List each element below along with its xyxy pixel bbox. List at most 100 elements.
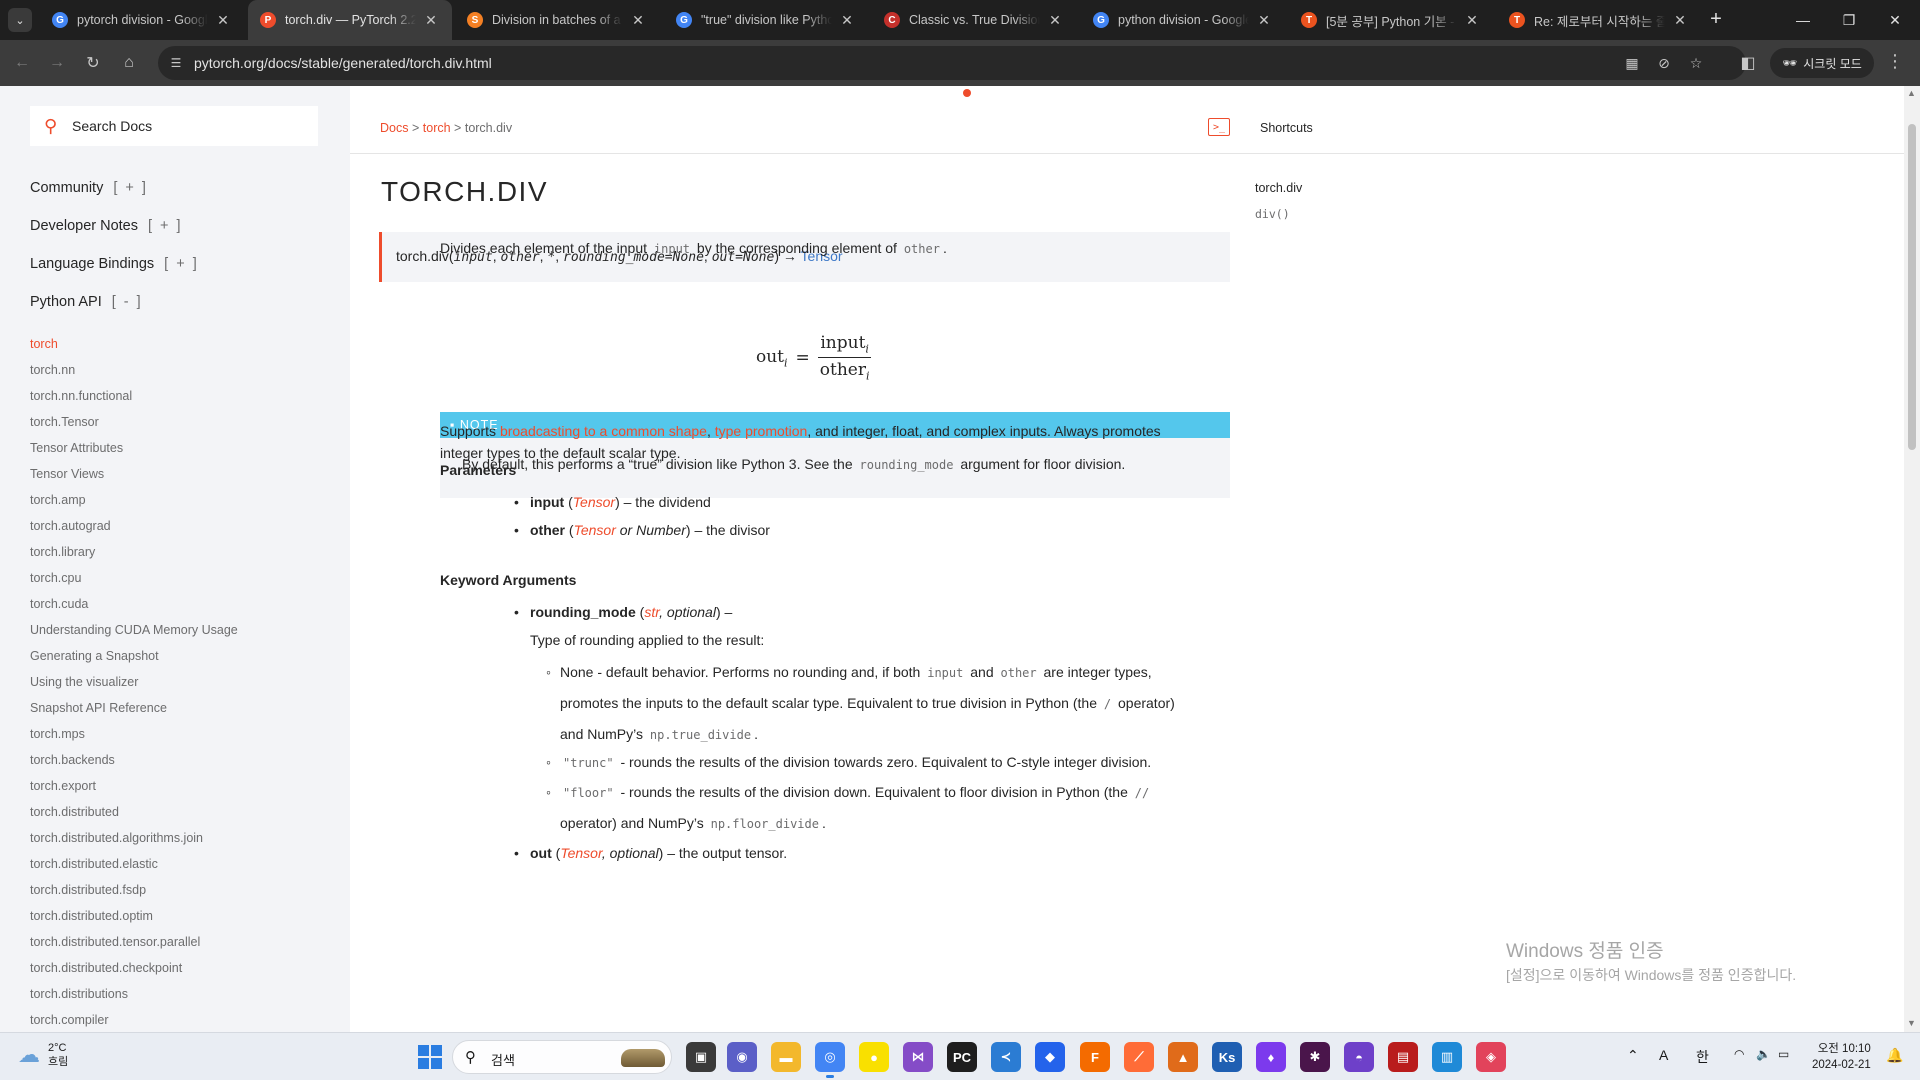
expand-toggle[interactable]: [ + ] bbox=[148, 218, 183, 234]
task-view-icon[interactable]: ▣ bbox=[686, 1042, 716, 1072]
sidebar-link[interactable]: torch.distributed.elastic bbox=[30, 851, 238, 877]
browser-menu-icon[interactable]: ⋮ bbox=[1886, 51, 1904, 72]
scrollbar-thumb[interactable] bbox=[1908, 124, 1916, 450]
back-button[interactable]: ← bbox=[8, 49, 36, 77]
sidebar-link[interactable]: Tensor Attributes bbox=[30, 435, 238, 461]
browser-tab[interactable]: S Division in batches of a 3 ✕ bbox=[455, 0, 659, 40]
tab-close-icon[interactable]: ✕ bbox=[1046, 12, 1064, 29]
tab-close-icon[interactable]: ✕ bbox=[1255, 12, 1273, 29]
sidebar-link[interactable]: torch.nn.functional bbox=[30, 383, 238, 409]
sidebar-link[interactable]: torch.distributed bbox=[30, 799, 238, 825]
breadcrumb-docs-link[interactable]: Docs bbox=[380, 121, 408, 135]
slack-icon[interactable]: ✱ bbox=[1300, 1042, 1330, 1072]
sidebar-link[interactable]: torch.distributed.checkpoint bbox=[30, 955, 238, 981]
sidebar-link[interactable]: torch.distributed.algorithms.join bbox=[30, 825, 238, 851]
scroll-up-arrow-icon[interactable]: ▲ bbox=[1907, 88, 1916, 98]
tab-search-button[interactable]: ⌄ bbox=[8, 8, 32, 32]
github-icon[interactable]: ◓ bbox=[1344, 1042, 1374, 1072]
sidebar-link[interactable]: torch.cuda bbox=[30, 591, 238, 617]
notepad-icon[interactable]: ▥ bbox=[1432, 1042, 1462, 1072]
tab-close-icon[interactable]: ✕ bbox=[422, 12, 440, 29]
sidebar-link[interactable]: torch.distributed.tensor.parallel bbox=[30, 929, 238, 955]
tab-close-icon[interactable]: ✕ bbox=[214, 12, 232, 29]
sidebar-link[interactable]: torch.distributed.fsdp bbox=[30, 877, 238, 903]
sidebar-section-developer-notes[interactable]: Developer Notes [ + ] bbox=[30, 218, 183, 234]
ime-mode-indicator[interactable]: A bbox=[1659, 1047, 1668, 1063]
sidebar-section-community[interactable]: Community [ + ] bbox=[30, 180, 148, 196]
toc-title-link[interactable]: torch.div bbox=[1255, 181, 1302, 195]
sidebar-link[interactable]: torch.mps bbox=[30, 721, 238, 747]
tab-close-icon[interactable]: ✕ bbox=[629, 12, 647, 29]
url-text[interactable]: pytorch.org/docs/stable/generated/torch.… bbox=[194, 55, 492, 71]
browser-tab[interactable]: Gpytorch division - Google ✕ bbox=[40, 0, 244, 40]
sidebar-link[interactable]: torch.distributed.optim bbox=[30, 903, 238, 929]
tab-close-icon[interactable]: ✕ bbox=[838, 12, 856, 29]
volume-icon[interactable]: 🔈 bbox=[1756, 1047, 1771, 1061]
new-tab-button[interactable]: + bbox=[1704, 8, 1728, 31]
visual-studio-icon[interactable]: ⋈ bbox=[903, 1042, 933, 1072]
obsidian-icon[interactable]: ♦ bbox=[1256, 1042, 1286, 1072]
taskbar-search[interactable]: ⚲ 검색 bbox=[452, 1040, 672, 1074]
scroll-down-arrow-icon[interactable]: ▼ bbox=[1907, 1018, 1916, 1028]
wifi-icon[interactable]: ◠ bbox=[1734, 1047, 1744, 1061]
sidebar-link[interactable]: Understanding CUDA Memory Usage bbox=[30, 617, 238, 643]
tensor-type-link[interactable]: Tensor bbox=[560, 845, 602, 861]
browser-tab[interactable]: T Re: 제로부터 시작하는 줄 ✕ bbox=[1497, 0, 1701, 40]
type-promotion-link[interactable]: type promotion bbox=[715, 423, 808, 439]
home-button[interactable]: ⌂ bbox=[115, 49, 143, 77]
sidebar-link[interactable]: torch.autograd bbox=[30, 513, 238, 539]
page-scrollbar[interactable]: ▲ ▼ bbox=[1904, 86, 1920, 1032]
browser-tab[interactable]: C Classic vs. True Division | ✕ bbox=[872, 0, 1076, 40]
notification-bell-icon[interactable]: 🔔 bbox=[1886, 1047, 1903, 1064]
winrar-icon[interactable]: ▤ bbox=[1388, 1042, 1418, 1072]
collapse-toggle[interactable]: [ - ] bbox=[112, 294, 143, 310]
vscode-icon[interactable]: ≺ bbox=[991, 1042, 1021, 1072]
minimize-button[interactable]: — bbox=[1780, 0, 1826, 40]
sidebar-section-python-api[interactable]: Python API [ - ] bbox=[30, 294, 143, 310]
site-info-icon[interactable]: ☰ bbox=[166, 53, 186, 73]
sidebar-link[interactable]: Using the visualizer bbox=[30, 669, 238, 695]
forward-button[interactable]: → bbox=[43, 49, 71, 77]
show-hidden-icons-chevron-icon[interactable]: ⌃ bbox=[1627, 1047, 1639, 1064]
browser-tab[interactable]: Ptorch.div — PyTorch 2.2 d ✕ bbox=[248, 0, 452, 40]
sidebar-link[interactable]: torch.cpu bbox=[30, 565, 238, 591]
maps-pin-icon[interactable]: ◆ bbox=[1035, 1042, 1065, 1072]
gitkraken-icon[interactable]: ◈ bbox=[1476, 1042, 1506, 1072]
sidebar-section-language-bindings[interactable]: Language Bindings [ + ] bbox=[30, 256, 199, 272]
chrome-icon[interactable]: ◎ bbox=[815, 1042, 845, 1078]
teams-chat-icon[interactable]: ◉ bbox=[727, 1042, 757, 1072]
start-button[interactable] bbox=[418, 1045, 442, 1069]
bookmark-star-icon[interactable]: ☆ bbox=[1686, 53, 1706, 73]
sidebar-link[interactable]: torch.Tensor bbox=[30, 409, 238, 435]
matlab-icon[interactable]: ▲ bbox=[1168, 1042, 1198, 1072]
restore-button[interactable]: ❐ bbox=[1826, 0, 1872, 40]
browser-tab[interactable]: G "true" division like Pytho ✕ bbox=[664, 0, 868, 40]
postman-icon[interactable]: ⟋ bbox=[1124, 1042, 1154, 1072]
address-bar[interactable]: ☰ pytorch.org/docs/stable/generated/torc… bbox=[158, 46, 1746, 80]
side-panel-icon[interactable]: ◧ bbox=[1734, 49, 1762, 77]
toc-div-link[interactable]: div() bbox=[1255, 207, 1290, 221]
reload-button[interactable]: ↻ bbox=[79, 49, 107, 77]
kakaotalk-icon[interactable]: ● bbox=[859, 1042, 889, 1072]
sidebar-link[interactable]: Generating a Snapshot bbox=[30, 643, 238, 669]
browser-tab[interactable]: Gpython division - Google ✕ bbox=[1081, 0, 1285, 40]
expand-toggle[interactable]: [ + ] bbox=[113, 180, 148, 196]
breadcrumb-torch-link[interactable]: torch bbox=[423, 121, 451, 135]
system-clock[interactable]: 오전 10:10 2024-02-21 bbox=[1812, 1041, 1871, 1073]
broadcasting-link[interactable]: broadcasting to a common shape bbox=[500, 423, 707, 439]
sidebar-link[interactable]: torch.backends bbox=[30, 747, 238, 773]
sidebar-link[interactable]: torch.distributions bbox=[30, 981, 238, 1007]
sidebar-link[interactable]: Tensor Views bbox=[30, 461, 238, 487]
terminal-icon[interactable]: >_ bbox=[1208, 118, 1230, 136]
str-type-link[interactable]: str bbox=[644, 604, 659, 620]
weather-widget[interactable]: ☁ 2°C 흐림 bbox=[18, 1041, 68, 1069]
sidebar-link[interactable]: torch.export bbox=[30, 773, 238, 799]
kdenlive-icon[interactable]: Ks bbox=[1212, 1042, 1242, 1072]
qr-code-icon[interactable]: ▦ bbox=[1622, 53, 1642, 73]
sidebar-link[interactable]: torch.compiler bbox=[30, 1007, 238, 1032]
battery-icon[interactable]: ▭ bbox=[1778, 1047, 1789, 1061]
sidebar-link[interactable]: torch bbox=[30, 331, 238, 357]
browser-tab[interactable]: T [5분 공부] Python 기본 - ✕ bbox=[1289, 0, 1493, 40]
tab-close-icon[interactable]: ✕ bbox=[1463, 12, 1481, 29]
close-window-button[interactable]: ✕ bbox=[1872, 0, 1918, 40]
